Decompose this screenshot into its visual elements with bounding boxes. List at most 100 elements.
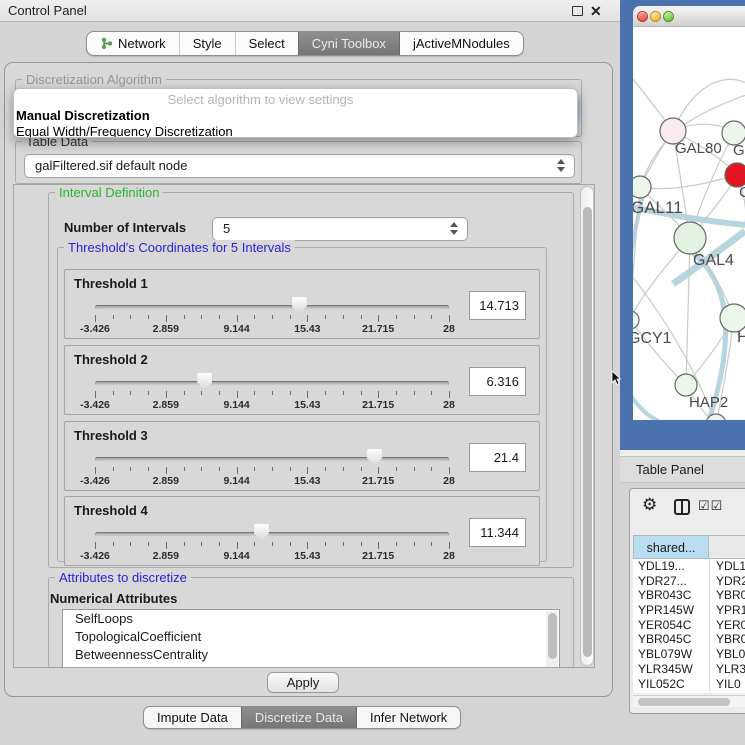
tab-network[interactable]: Network	[87, 32, 179, 55]
attribute-list-item[interactable]: TopologicalCoefficient	[63, 628, 559, 646]
slider-tick	[325, 467, 326, 471]
apply-button[interactable]: Apply	[267, 672, 339, 693]
threshold-3-label: Threshold 3	[74, 428, 148, 443]
attribute-list-item[interactable]: SelfLoops	[63, 610, 559, 628]
threshold-4-value-field[interactable]: 11.344	[469, 518, 526, 547]
table-row[interactable]: YER054CYER0	[633, 618, 745, 633]
slider-tick	[449, 391, 450, 398]
threshold-4-slider-track[interactable]	[95, 532, 449, 537]
threshold-3-slider-track[interactable]	[95, 457, 449, 462]
slider-tick	[290, 542, 291, 546]
slider-tick	[396, 467, 397, 471]
network-node-label: HAP2	[689, 394, 728, 411]
tab-style[interactable]: Style	[179, 32, 235, 55]
slider-tick	[130, 315, 131, 319]
slider-tick	[184, 315, 185, 319]
column-header-name[interactable]: n	[709, 535, 745, 559]
number-of-intervals-value: 5	[223, 221, 230, 236]
table-row[interactable]: YPR145WYPR1	[633, 603, 745, 618]
slider-tick	[431, 315, 432, 319]
list-scrollbar[interactable]	[546, 611, 558, 667]
settings-gear-icon[interactable]: ⚙	[642, 495, 657, 515]
table-row[interactable]: YBR045CYBR0	[633, 632, 745, 647]
list-scrollbar-thumb[interactable]	[548, 613, 557, 659]
tab-infer-network[interactable]: Infer Network	[356, 707, 460, 728]
table-row[interactable]: YBL079WYBL0	[633, 647, 745, 662]
slider-tick	[396, 542, 397, 546]
table-data-combobox[interactable]: galFiltered.sif default node	[24, 154, 575, 178]
slider-tick	[307, 391, 308, 398]
minimize-traffic-light-icon[interactable]	[650, 11, 661, 22]
tab-impute-data[interactable]: Impute Data	[144, 707, 241, 728]
slider-tick	[219, 467, 220, 471]
threshold-1-value-field[interactable]: 14.713	[469, 291, 526, 320]
cell-name: YDL1	[709, 559, 745, 574]
slider-tick	[325, 315, 326, 319]
slider-tick	[237, 542, 238, 549]
network-node-label: GCY1	[633, 330, 672, 347]
threshold-2-slider-track[interactable]	[95, 381, 449, 386]
threshold-3-slider-thumb[interactable]	[367, 449, 382, 466]
bottom-tab-bar: Impute Data Discretize Data Infer Networ…	[143, 706, 461, 729]
network-node[interactable]	[633, 311, 639, 329]
slider-tick	[219, 542, 220, 546]
column-header-shared[interactable]: shared...	[633, 535, 709, 559]
slider-tick	[130, 467, 131, 471]
threshold-4-slider-thumb[interactable]	[254, 524, 269, 541]
network-node[interactable]	[633, 176, 651, 198]
network-node[interactable]	[675, 374, 697, 396]
close-traffic-light-icon[interactable]	[637, 11, 648, 22]
slider-tick	[431, 467, 432, 471]
network-canvas[interactable]: GAL80G.CGAL11GAL4GCY1HHAP2	[633, 27, 745, 420]
threshold-1-slider-track[interactable]	[95, 305, 449, 310]
table-hscrollbar[interactable]	[633, 695, 745, 707]
slider-tick	[219, 315, 220, 319]
zoom-traffic-light-icon[interactable]	[663, 11, 674, 22]
slider-tick	[361, 542, 362, 546]
threshold-2-value-field[interactable]: 6.316	[469, 367, 526, 396]
threshold-4-box: Threshold 4 -3.4262.8599.14415.4321.7152…	[64, 496, 540, 566]
tab-cyni-toolbox[interactable]: Cyni Toolbox	[298, 32, 399, 55]
number-of-intervals-combobox[interactable]: 5	[212, 217, 468, 241]
table-row[interactable]: YLR345WYLR3	[633, 662, 745, 677]
slider-tick	[184, 467, 185, 471]
table-row[interactable]: YDR27...YDR2	[633, 574, 745, 589]
slider-tick	[254, 467, 255, 471]
numerical-attributes-heading: Numerical Attributes	[50, 591, 177, 606]
tab-jactivemnodules[interactable]: jActiveMNodules	[399, 32, 523, 55]
table-hscrollbar-thumb[interactable]	[638, 698, 730, 706]
slider-tick	[254, 315, 255, 319]
close-icon[interactable]: ✕	[590, 1, 602, 21]
float-window-icon[interactable]	[572, 6, 583, 16]
table-row[interactable]: YBR043CYBR0	[633, 588, 745, 603]
threshold-1-label: Threshold 1	[74, 276, 148, 291]
threshold-2-slider-thumb[interactable]	[197, 373, 212, 390]
table-panel-titlebar: Table Panel	[620, 457, 745, 483]
slider-tick-label: 9.144	[212, 550, 262, 562]
slider-tick	[378, 542, 379, 549]
panel-divider[interactable]	[620, 450, 745, 457]
network-node[interactable]	[720, 304, 745, 332]
dropdown-option-manual[interactable]: Manual Discretization	[14, 108, 577, 124]
slider-tick	[201, 467, 202, 471]
cell-name: YPR1	[709, 603, 745, 618]
network-node-label: GAL4	[693, 252, 734, 269]
slider-tick-label: 15.43	[282, 550, 332, 562]
threshold-1-slider-thumb[interactable]	[292, 297, 307, 314]
settings-scrollbar-thumb[interactable]	[583, 207, 592, 657]
network-node[interactable]	[674, 222, 706, 254]
slider-tick	[166, 391, 167, 398]
threshold-3-value-field[interactable]: 21.4	[469, 443, 526, 472]
slider-tick	[237, 391, 238, 398]
settings-scrollbar[interactable]	[580, 186, 594, 666]
slider-tick-label: -3.426	[70, 399, 120, 411]
select-columns-checkbox-icons[interactable]: ☑☑	[698, 498, 723, 514]
attribute-list-item[interactable]: BetweennessCentrality	[63, 646, 559, 664]
slider-tick	[166, 315, 167, 322]
columns-icon[interactable]	[674, 499, 690, 515]
table-row[interactable]: YIL052CYIL0	[633, 677, 745, 692]
tab-select[interactable]: Select	[235, 32, 298, 55]
tab-discretize-data[interactable]: Discretize Data	[241, 707, 356, 728]
dropdown-option-equal-width[interactable]: Equal Width/Frequency Discretization	[14, 124, 577, 138]
table-row[interactable]: YDL19...YDL1	[633, 559, 745, 574]
